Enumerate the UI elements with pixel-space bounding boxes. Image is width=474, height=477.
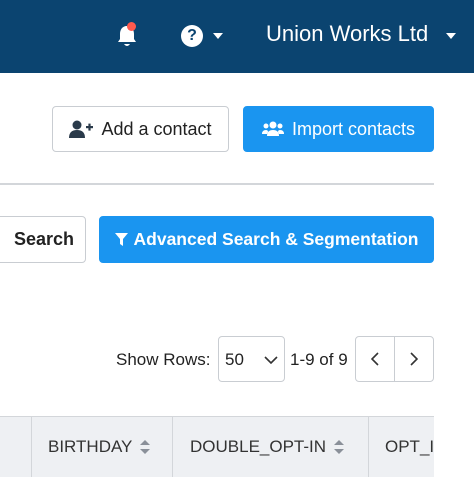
section-divider [0, 183, 434, 185]
rows-per-page-value: 50 [225, 350, 244, 369]
table-header: BIRTHDAY DOUBLE_OPT-IN OPT_I [0, 416, 434, 477]
column-header-label: DOUBLE_OPT-IN [190, 437, 327, 456]
rows-per-page-select[interactable]: 50 [218, 336, 285, 382]
next-page-button[interactable] [394, 337, 433, 381]
sort-icon[interactable] [140, 440, 151, 454]
column-header-label: OPT_I [385, 437, 434, 456]
search-button-label: Search [13, 229, 75, 249]
top-navigation-bar: ? Union Works Ltd [0, 0, 474, 73]
show-rows-label: Show Rows: [116, 350, 211, 369]
column-header-double-opt-in[interactable]: DOUBLE_OPT-IN [172, 417, 368, 477]
column-header-label: BIRTHDAY [48, 437, 133, 456]
table-header-gutter [0, 417, 31, 477]
user-plus-icon [69, 120, 94, 138]
import-contacts-label: Import contacts [291, 118, 416, 139]
sort-icon[interactable] [334, 440, 345, 454]
add-contact-button[interactable]: Add a contact [52, 106, 229, 152]
column-header-opt-in[interactable]: OPT_I [368, 417, 434, 477]
previous-page-button[interactable] [356, 337, 394, 381]
notification-dot-icon [127, 22, 136, 31]
organization-chevron-down-icon[interactable] [446, 33, 456, 39]
help-chevron-down-icon[interactable] [213, 33, 223, 39]
pagination-range: 1-9 of 9 [290, 350, 348, 369]
advanced-search-button[interactable]: Advanced Search & Segmentation [99, 216, 434, 263]
users-icon [261, 121, 284, 136]
add-contact-label: Add a contact [101, 118, 212, 139]
chevron-left-icon [371, 352, 379, 366]
chevron-right-icon [410, 352, 418, 366]
import-contacts-button[interactable]: Import contacts [243, 106, 434, 152]
pagination-controls [355, 336, 434, 382]
organization-menu[interactable]: Union Works Ltd [266, 21, 428, 47]
help-icon[interactable]: ? [181, 25, 203, 47]
advanced-search-label: Advanced Search & Segmentation [133, 229, 419, 249]
filter-icon [114, 232, 128, 246]
search-button[interactable]: Search [0, 216, 86, 263]
chevron-down-icon [264, 356, 278, 364]
column-header-birthday[interactable]: BIRTHDAY [31, 417, 172, 477]
